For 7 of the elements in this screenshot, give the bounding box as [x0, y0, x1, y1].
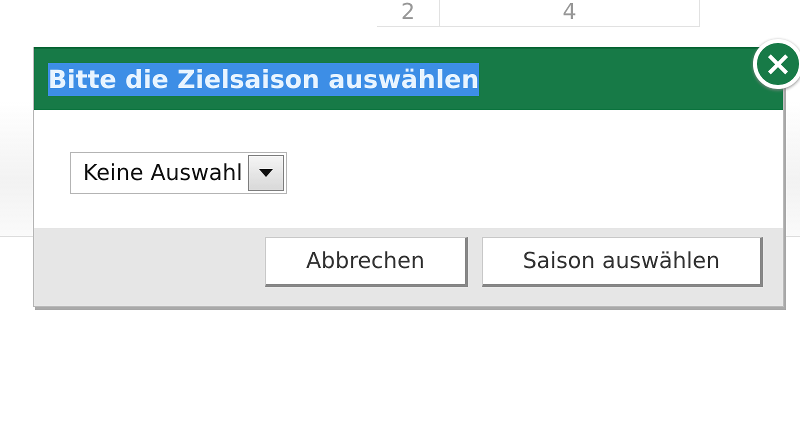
- select-season-button[interactable]: Saison auswählen: [482, 237, 763, 287]
- season-dropdown[interactable]: Keine Auswahl: [70, 152, 288, 194]
- table-cell: 4: [440, 0, 700, 27]
- table-cell: 2: [377, 0, 440, 27]
- cancel-button[interactable]: Abbrechen: [265, 237, 468, 287]
- dialog-title: Bitte die Zielsaison auswählen: [48, 63, 480, 96]
- caret-icon: [248, 155, 284, 191]
